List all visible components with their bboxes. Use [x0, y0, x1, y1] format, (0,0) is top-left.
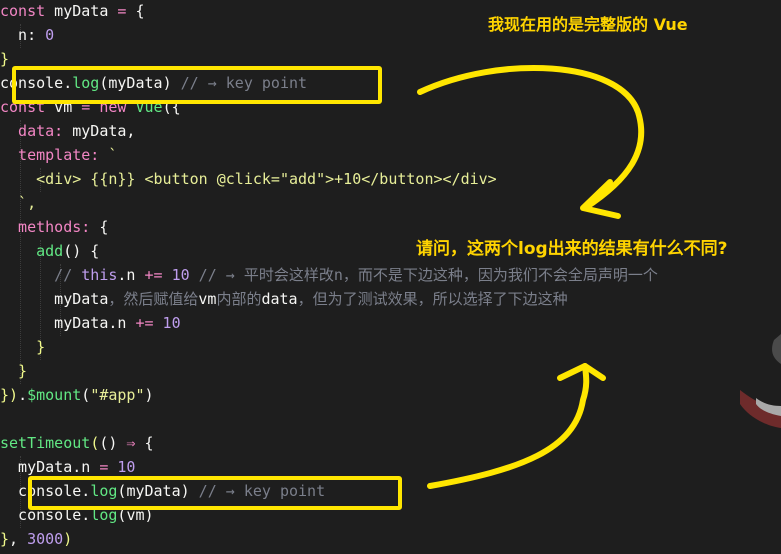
- code-line-14[interactable]: myData.n += 10: [0, 311, 181, 335]
- code-token: {: [144, 434, 154, 452]
- code-line-15[interactable]: }: [0, 335, 45, 359]
- code-token: data:: [0, 122, 64, 140]
- highlight-box-top: [12, 66, 382, 104]
- code-token: "#app": [90, 386, 145, 404]
- code-line-12[interactable]: // this.n += 10 // → 平时会这样改n，而不是下边这种，因为我…: [0, 263, 658, 287]
- code-token: data: [261, 290, 298, 308]
- code-token: (: [90, 434, 100, 452]
- code-token: ⇒: [117, 434, 145, 452]
- code-token: (: [81, 386, 91, 404]
- code-token: 10: [162, 266, 190, 284]
- code-token: +=: [135, 314, 154, 332]
- code-token: {: [90, 218, 109, 236]
- code-token: }: [0, 530, 10, 548]
- code-line-3[interactable]: }: [0, 47, 9, 71]
- code-token: }: [0, 362, 28, 380]
- code-token: `,: [0, 194, 37, 212]
- code-token: vm: [198, 290, 217, 308]
- code-token: setTimeout: [0, 434, 91, 452]
- code-token: myData: [0, 314, 109, 332]
- code-token: 10: [153, 314, 181, 332]
- code-token: `: [99, 146, 118, 164]
- code-token: <button @click="add">+10</button></div>: [135, 170, 497, 188]
- code-token: ，然后赋值给: [108, 290, 199, 308]
- code-line-23[interactable]: }, 3000): [0, 527, 72, 551]
- code-token: myData: [45, 2, 118, 20]
- code-token: .n: [117, 266, 145, 284]
- code-token: 0: [36, 26, 55, 44]
- code-token: (): [63, 242, 82, 260]
- code-token: ): [144, 386, 154, 404]
- code-token: +=: [144, 266, 163, 284]
- code-token: }): [0, 386, 19, 404]
- code-token: // → 平时会这样改n，而不是下边这种，因为我们不会全局声明一个: [189, 266, 658, 284]
- annotation-title: 我现在用的是完整版的 Vue: [488, 15, 688, 34]
- code-line-9[interactable]: `,: [0, 191, 36, 215]
- code-token: //: [0, 266, 82, 284]
- code-token: }: [0, 338, 46, 356]
- code-token: 内部的: [216, 290, 262, 308]
- annotation-question: 请问，这两个log出来的结果有什么不同?: [416, 239, 728, 259]
- code-token: {: [126, 2, 145, 20]
- code-token: (): [99, 434, 118, 452]
- code-line-19[interactable]: setTimeout(() ⇒ {: [0, 431, 154, 455]
- code-token: {{n}}: [81, 170, 136, 188]
- code-token: ): [63, 530, 73, 548]
- code-token: this: [81, 266, 118, 284]
- code-token: }: [0, 50, 10, 68]
- code-token: myData: [0, 290, 109, 308]
- decorative-figure: [740, 334, 781, 428]
- code-token: methods:: [0, 218, 91, 236]
- code-token: ，但为了测试效果，所以选择了下边这种: [297, 290, 568, 308]
- code-token: myData.n: [0, 458, 100, 476]
- code-token: .n: [108, 314, 136, 332]
- code-token: 3000: [27, 530, 64, 548]
- code-line-13[interactable]: myData，然后赋值给vm内部的data，但为了测试效果，所以选择了下边这种: [0, 287, 568, 311]
- code-token: myData,: [63, 122, 136, 140]
- code-line-8[interactable]: <div> {{n}} <button @click="add">+10</bu…: [0, 167, 497, 191]
- code-token: 10: [108, 458, 136, 476]
- code-token: $mount: [27, 386, 82, 404]
- code-line-1[interactable]: const myData = {: [0, 0, 145, 23]
- code-line-16[interactable]: }: [0, 359, 27, 383]
- code-token: const: [0, 2, 46, 20]
- highlight-box-bottom: [28, 476, 402, 510]
- code-line-11[interactable]: add() {: [0, 239, 99, 263]
- code-token: {: [81, 242, 100, 260]
- code-line-7[interactable]: template: `: [0, 143, 117, 167]
- code-token: .: [18, 386, 28, 404]
- code-line-2[interactable]: n: 0: [0, 23, 54, 47]
- code-token: <div>: [0, 170, 82, 188]
- code-line-17[interactable]: }).$mount("#app"): [0, 383, 154, 407]
- code-line-10[interactable]: methods: {: [0, 215, 108, 239]
- code-token: n:: [0, 26, 37, 44]
- code-line-6[interactable]: data: myData,: [0, 119, 135, 143]
- code-token: ,: [9, 530, 28, 548]
- code-token: add: [0, 242, 64, 260]
- code-token: template:: [0, 146, 100, 164]
